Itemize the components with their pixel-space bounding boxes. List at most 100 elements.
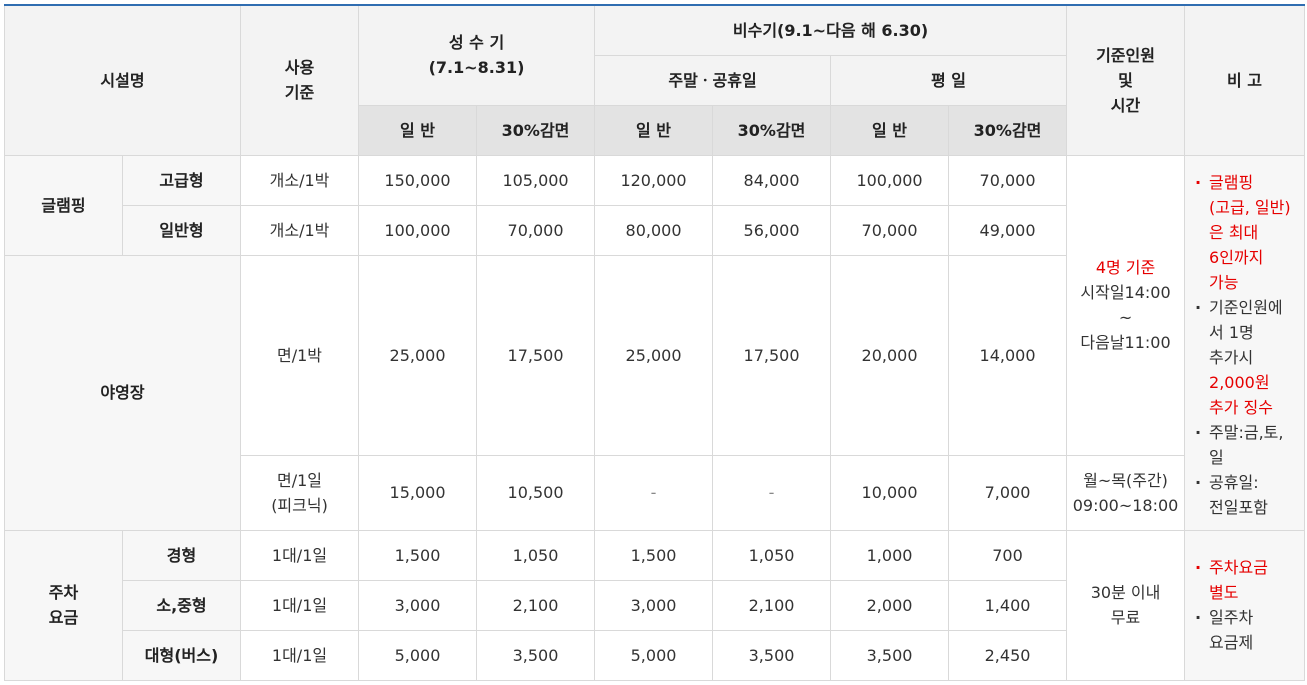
bullet-icon: · — [1195, 608, 1202, 627]
price-cell: 3,000 — [358, 579, 478, 631]
row-unit: 개소/1박 — [240, 154, 360, 206]
price-cell: 3,500 — [830, 629, 950, 681]
header-facility: 시설명 — [3, 4, 242, 156]
row-unit: 개소/1박 — [240, 204, 360, 256]
remark-text: 주차요금 별도 — [1209, 558, 1268, 602]
price-cell: 120,000 — [594, 154, 714, 206]
price-cell: 14,000 — [948, 254, 1068, 456]
price-cell: 2,100 — [712, 579, 832, 631]
price-cell: 100,000 — [358, 204, 478, 256]
table-row: 주차 요금 경형 1대/1일 1,500 1,050 1,500 1,050 1… — [4, 529, 1306, 681]
header-weekend-general: 일 반 — [594, 104, 714, 156]
row-type-compact: 경형 — [121, 529, 242, 581]
header-peak-period: (7.1∼8.31) — [428, 58, 525, 78]
price-cell: 17,500 — [712, 254, 832, 456]
price-cell: 5,000 — [594, 629, 714, 681]
remark-item: · 기준인원에 서 1명 추가시 2,000원 추가 징수 — [1189, 295, 1300, 420]
price-cell: 15,000 — [358, 454, 478, 531]
row-type-large: 대형(버스) — [121, 629, 242, 681]
row-unit: 1대/1일 — [240, 579, 360, 631]
price-cell: 49,000 — [948, 204, 1068, 256]
fee-table-container: 시설명 사용 기준 성 수 기 (7.1∼8.31) 비수기(9.1∼다음 해 … — [3, 4, 1306, 681]
header-peak-discount: 30%감면 — [476, 104, 596, 156]
header-remarks: 비 고 — [1184, 4, 1306, 156]
remark-item: · 주차요금 별도 — [1189, 555, 1300, 605]
basis-picnic: 월~목(주간) 09:00~18:00 — [1066, 454, 1186, 531]
fee-table: 시설명 사용 기준 성 수 기 (7.1∼8.31) 비수기(9.1∼다음 해 … — [3, 4, 1306, 681]
remark-text-highlight: 2,000원 추가 징수 — [1209, 372, 1273, 417]
bullet-icon: · — [1195, 472, 1202, 492]
row-unit: 면/1박 — [240, 254, 360, 456]
row-unit: 1대/1일 — [240, 529, 360, 581]
bullet-icon: · — [1195, 297, 1202, 317]
remark-item: · 공휴일: 전일포함 — [1189, 470, 1300, 520]
remark-item: · 글램핑 (고급, 일반) 은 최대 6인까지 가능 — [1189, 170, 1300, 295]
price-cell: 56,000 — [712, 204, 832, 256]
basis-lodging-time: 시작일14:00 ~ 다음날11:00 — [1080, 283, 1171, 352]
row-label-glamping: 글램핑 — [4, 154, 123, 256]
price-cell: 3,500 — [476, 629, 596, 681]
bullet-icon: · — [1195, 172, 1202, 192]
price-cell: 70,000 — [830, 204, 950, 256]
price-cell: 3,500 — [712, 629, 832, 681]
price-cell: 100,000 — [830, 154, 950, 206]
header-basis: 기준인원 및 시간 — [1066, 4, 1186, 156]
price-cell: 1,500 — [358, 529, 478, 581]
bullet-icon: · — [1195, 422, 1202, 442]
price-cell: 2,450 — [948, 629, 1068, 681]
price-cell: 80,000 — [594, 204, 714, 256]
price-cell: 1,050 — [712, 529, 832, 581]
price-cell: 1,000 — [830, 529, 950, 581]
header-weekend-holiday: 주말ㆍ공휴일 — [594, 54, 832, 106]
bullet-icon: · — [1195, 558, 1202, 577]
price-cell: - — [594, 454, 714, 531]
header-peak: 성 수 기 (7.1∼8.31) — [358, 4, 596, 106]
header-weekday: 평 일 — [830, 54, 1068, 106]
header-weekend-discount: 30%감면 — [712, 104, 832, 156]
row-label-campsite: 야영장 — [3, 254, 242, 531]
basis-parking: 30분 이내 무료 — [1066, 529, 1186, 681]
price-cell: 1,500 — [594, 529, 714, 581]
row-unit: 1대/1일 — [240, 629, 360, 681]
remark-text: 글램핑 (고급, 일반) 은 최대 6인까지 가능 — [1209, 172, 1291, 292]
price-cell: 700 — [948, 529, 1068, 581]
header-peak-label: 성 수 기 — [448, 33, 505, 53]
price-cell: 105,000 — [476, 154, 596, 206]
basis-lodging: 4명 기준 시작일14:00 ~ 다음날11:00 — [1066, 154, 1186, 456]
price-cell: 70,000 — [476, 204, 596, 256]
price-cell: 150,000 — [358, 154, 478, 206]
row-unit: 면/1일 (피크닉) — [240, 454, 360, 531]
price-cell: 3,000 — [594, 579, 714, 631]
remark-text: 기준인원에 서 1명 추가시 — [1209, 297, 1283, 367]
price-cell: 2,100 — [476, 579, 596, 631]
remark-item: · 주말:금,토, 일 — [1189, 420, 1300, 470]
header-offpeak: 비수기(9.1∼다음 해 6.30) — [594, 4, 1068, 56]
table-row: 글램핑 고급형 개소/1박 150,000 105,000 120,000 84… — [4, 154, 1306, 531]
price-cell: 17,500 — [476, 254, 596, 456]
remarks-parking: · 주차요금 별도 · 일주차 요금제 — [1184, 529, 1306, 681]
price-cell: 1,400 — [948, 579, 1068, 631]
remark-text: 일주차 요금제 — [1209, 608, 1254, 652]
row-type-mid: 소,중형 — [121, 579, 242, 631]
header-weekday-general: 일 반 — [830, 104, 950, 156]
price-cell: 2,000 — [830, 579, 950, 631]
price-cell: 7,000 — [948, 454, 1068, 531]
remark-text: 주말:금,토, 일 — [1209, 422, 1284, 467]
price-cell: 70,000 — [948, 154, 1068, 206]
price-cell: 25,000 — [358, 254, 478, 456]
price-cell: 20,000 — [830, 254, 950, 456]
header-peak-general: 일 반 — [358, 104, 478, 156]
remark-text: 공휴일: 전일포함 — [1209, 472, 1268, 517]
row-label-parking: 주차 요금 — [4, 529, 123, 681]
header-usage: 사용 기준 — [240, 4, 360, 156]
price-cell: 25,000 — [594, 254, 714, 456]
header-weekday-discount: 30%감면 — [948, 104, 1068, 156]
price-cell: - — [712, 454, 832, 531]
price-cell: 10,000 — [830, 454, 950, 531]
basis-lodging-persons: 4명 기준 — [1095, 258, 1156, 277]
price-cell: 84,000 — [712, 154, 832, 206]
row-type-standard: 일반형 — [121, 204, 242, 256]
price-cell: 5,000 — [358, 629, 478, 681]
price-cell: 1,050 — [476, 529, 596, 581]
remark-item: · 일주차 요금제 — [1189, 605, 1300, 655]
